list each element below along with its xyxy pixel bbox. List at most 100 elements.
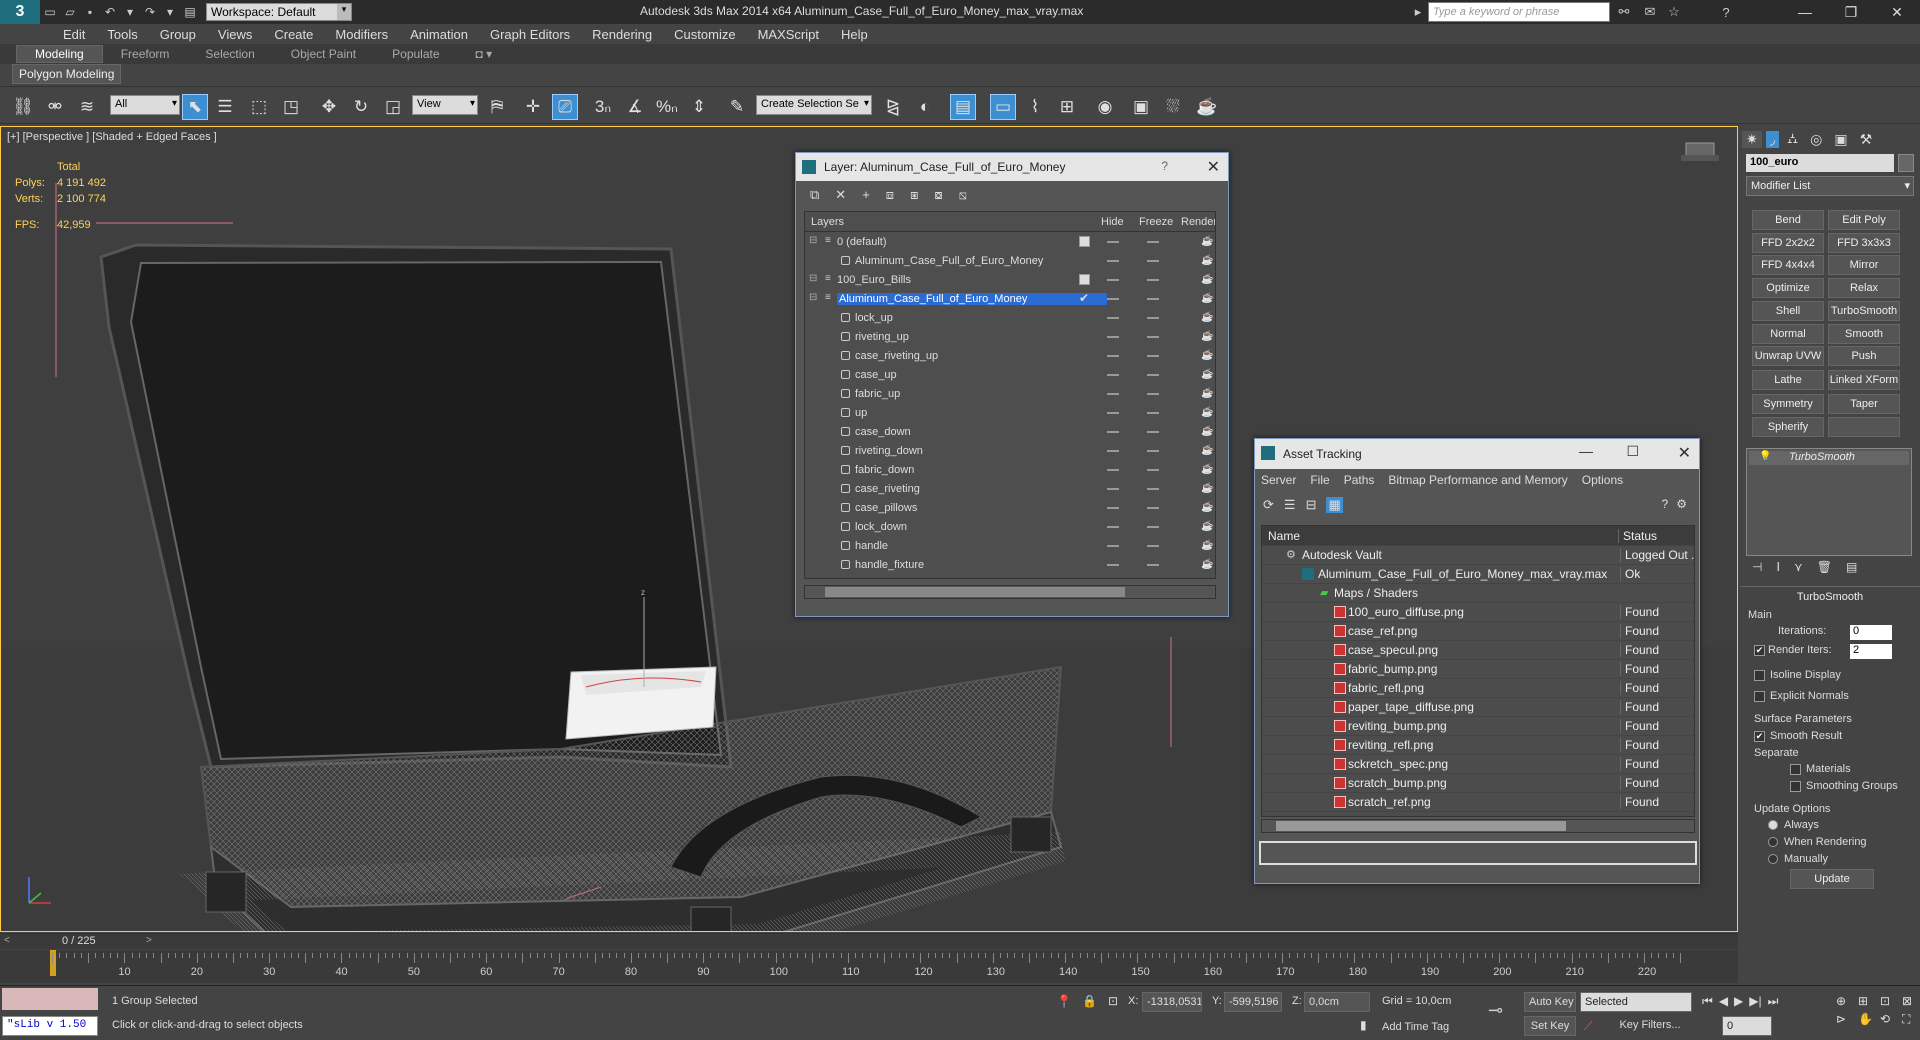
script-line[interactable]: "sLib v 1.50: [2, 1016, 98, 1036]
asset-row[interactable]: fabric_bump.png Found: [1262, 660, 1694, 679]
current-layer-check-icon[interactable]: ✔: [1079, 291, 1089, 305]
undo-dropdown-icon[interactable]: ▾: [120, 2, 140, 22]
select-manipulate-icon[interactable]: ✛: [520, 94, 546, 120]
freeze-toggle[interactable]: [1147, 488, 1159, 490]
materials-checkbox[interactable]: [1790, 764, 1801, 775]
layer-row[interactable]: handle_fixture ☕: [805, 555, 1215, 574]
render-teapot-icon[interactable]: ☕: [1201, 255, 1213, 266]
layer-row[interactable]: case_up ☕: [805, 365, 1215, 384]
redo-dropdown-icon[interactable]: ▾: [160, 2, 180, 22]
modifier-button[interactable]: Relax: [1828, 278, 1900, 298]
render-teapot-icon[interactable]: ☕: [1201, 464, 1213, 475]
hide-toggle[interactable]: [1107, 488, 1119, 490]
mirror-icon[interactable]: ⧎: [880, 94, 906, 120]
asset-minimize-button[interactable]: —: [1579, 443, 1593, 459]
explicit-normals-checkbox[interactable]: [1754, 691, 1765, 702]
render-teapot-icon[interactable]: ☕: [1201, 559, 1213, 570]
hide-toggle[interactable]: [1107, 393, 1119, 395]
time-next-arrow-icon[interactable]: >: [146, 935, 152, 946]
x-coordinate-field[interactable]: -1318,0531: [1142, 992, 1202, 1012]
freeze-toggle[interactable]: [1147, 431, 1159, 433]
tab-freeform[interactable]: Freeform: [103, 46, 188, 62]
menu-rendering[interactable]: Rendering: [581, 27, 663, 42]
create-tab-icon[interactable]: ✷: [1742, 130, 1762, 148]
utilities-tab-icon[interactable]: ⚒: [1856, 131, 1877, 148]
rollout-title[interactable]: TurboSmooth: [1740, 587, 1920, 603]
delete-layer-icon[interactable]: ✕: [835, 187, 846, 203]
modifier-button[interactable]: Spherify: [1752, 417, 1824, 437]
asset-row[interactable]: scratch_ref.png Found: [1262, 793, 1694, 812]
viewport-label[interactable]: [+] [Perspective ] [Shaded + Edged Faces…: [7, 131, 217, 143]
set-key-button[interactable]: Set Key: [1524, 1016, 1576, 1036]
hide-toggle[interactable]: [1107, 469, 1119, 471]
show-end-result-icon[interactable]: Ⅰ: [1776, 560, 1780, 580]
layer-row[interactable]: ⊟ ≡ Aluminum_Case_Full_of_Euro_Money ✔ ☕: [805, 289, 1215, 308]
col-name[interactable]: Name: [1268, 529, 1300, 543]
layer-row[interactable]: lock_up ☕: [805, 308, 1215, 327]
absolute-mode-icon[interactable]: ⊡: [1108, 994, 1118, 1008]
new-file-icon[interactable]: ▭: [40, 2, 60, 22]
freeze-toggle[interactable]: [1147, 564, 1159, 566]
current-frame-marker[interactable]: [50, 950, 56, 976]
hide-toggle[interactable]: [1107, 564, 1119, 566]
ribbon-options-icon[interactable]: ◘ ▾: [458, 46, 511, 62]
favorites-star-icon[interactable]: ☆: [1664, 2, 1684, 22]
polygon-modeling-panel[interactable]: Polygon Modeling: [12, 64, 122, 84]
tree-view-icon[interactable]: ⊟: [1306, 497, 1317, 513]
menu-customize[interactable]: Customize: [663, 27, 746, 42]
pan-icon[interactable]: ✋: [1858, 1012, 1876, 1027]
render-iters-spinner[interactable]: 2: [1850, 644, 1892, 659]
rendered-frame-window-icon[interactable]: ⛆: [1160, 94, 1186, 120]
asset-row[interactable]: fabric_refl.png Found: [1262, 679, 1694, 698]
modifier-list-dropdown[interactable]: Modifier List ▾: [1746, 176, 1914, 196]
asset-tracking-titlebar[interactable]: Asset Tracking — ☐ ✕: [1255, 439, 1699, 469]
zoom-extents-icon[interactable]: ⊡: [1880, 994, 1898, 1008]
update-button[interactable]: Update: [1790, 869, 1874, 889]
modifier-button[interactable]: Lathe: [1752, 370, 1824, 390]
modify-tab-icon[interactable]: ◞: [1765, 130, 1780, 148]
pin-stack-icon[interactable]: ⊣: [1752, 560, 1762, 580]
asset-row[interactable]: Aluminum_Case_Full_of_Euro_Money_max_vra…: [1262, 565, 1694, 584]
modifier-button[interactable]: Edit Poly: [1828, 210, 1900, 230]
menu-tools[interactable]: Tools: [96, 27, 148, 42]
render-setup-icon[interactable]: ▣: [1128, 94, 1154, 120]
snaps-toggle-icon[interactable]: 3ₙ: [590, 94, 616, 120]
freeze-toggle[interactable]: [1147, 450, 1159, 452]
modifier-button[interactable]: [1828, 417, 1900, 437]
unlink-icon[interactable]: ⚮: [42, 94, 68, 120]
binoculars-icon[interactable]: ⚯: [1614, 2, 1634, 22]
modifier-button[interactable]: Symmetry: [1752, 394, 1824, 414]
rectangular-selection-icon[interactable]: ⬚: [246, 94, 272, 120]
angle-snap-icon[interactable]: ∡: [622, 94, 648, 120]
isoline-checkbox[interactable]: [1754, 670, 1765, 681]
prev-frame-icon[interactable]: ◀: [1719, 994, 1728, 1009]
render-teapot-icon[interactable]: ☕: [1201, 236, 1213, 247]
go-to-start-icon[interactable]: ⏮: [1702, 994, 1713, 1009]
layer-hscrollbar[interactable]: [804, 585, 1216, 599]
hide-all-layers-icon[interactable]: ⧇: [934, 187, 942, 203]
hide-toggle[interactable]: [1107, 545, 1119, 547]
asset-row[interactable]: 100_euro_diffuse.png Found: [1262, 603, 1694, 622]
hierarchy-tab-icon[interactable]: ⛼: [1783, 130, 1802, 149]
expand-toggle-icon[interactable]: ⊟: [809, 273, 817, 284]
modifier-button[interactable]: Smooth: [1828, 324, 1900, 344]
asset-close-button[interactable]: ✕: [1678, 443, 1691, 463]
render-teapot-icon[interactable]: ☕: [1201, 540, 1213, 551]
key-icon[interactable]: ⊸: [1488, 1000, 1503, 1021]
hide-toggle[interactable]: [1107, 279, 1119, 281]
render-teapot-icon[interactable]: ☕: [1201, 312, 1213, 323]
hide-toggle[interactable]: [1107, 431, 1119, 433]
hide-toggle[interactable]: [1107, 317, 1119, 319]
add-time-tag-button[interactable]: Add Time Tag: [1382, 1021, 1449, 1033]
create-layer-icon[interactable]: ⧉: [810, 187, 819, 203]
auto-key-button[interactable]: Auto Key: [1524, 992, 1576, 1012]
col-render[interactable]: Render: [1181, 216, 1215, 228]
expand-toggle-icon[interactable]: ⊟: [809, 235, 817, 246]
select-and-link-icon[interactable]: ⛓: [10, 94, 36, 120]
freeze-toggle[interactable]: [1147, 317, 1159, 319]
render-teapot-icon[interactable]: ☕: [1201, 369, 1213, 380]
window-crossing-icon[interactable]: ◳: [278, 94, 304, 120]
light-bulb-icon[interactable]: 💡: [1759, 451, 1771, 462]
expand-toggle-icon[interactable]: ⊟: [809, 292, 817, 303]
layer-row[interactable]: case_riveting_up ☕: [805, 346, 1215, 365]
